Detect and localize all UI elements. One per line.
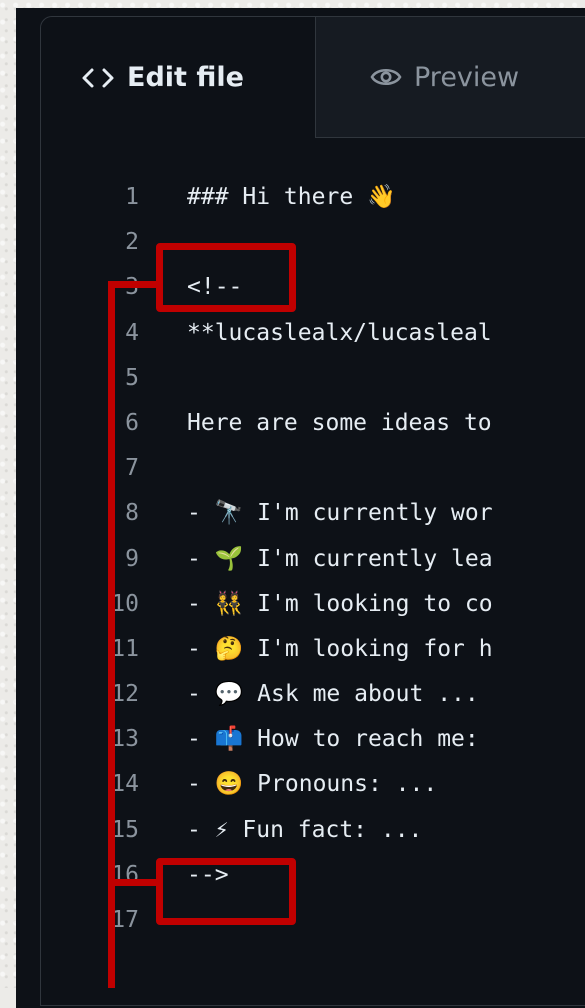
code-line[interactable]: 15- ⚡ Fun fact: ... bbox=[41, 808, 585, 853]
code-line[interactable]: 8- 🔭 I'm currently wor bbox=[41, 491, 585, 536]
code-line[interactable]: 6 Here are some ideas to bbox=[41, 401, 585, 446]
annotation-bracket-bottom bbox=[108, 879, 158, 886]
code-line[interactable]: 4 **lucaslealx/lucasleal bbox=[41, 311, 585, 356]
code-line[interactable]: 11- 🤔 I'm looking for h bbox=[41, 627, 585, 672]
code-line[interactable]: 5 bbox=[41, 356, 585, 401]
code-line[interactable]: 2 bbox=[41, 220, 585, 265]
annotation-bracket-top bbox=[108, 281, 158, 288]
code-line[interactable]: 17 bbox=[41, 898, 585, 943]
line-text: - 😄 Pronouns: ... bbox=[187, 771, 438, 798]
tab-preview[interactable]: Preview bbox=[316, 17, 585, 137]
eye-icon bbox=[370, 65, 402, 89]
code-line[interactable]: 12- 💬 Ask me about ... bbox=[41, 672, 585, 717]
code-line[interactable]: 10- 👯 I'm looking to co bbox=[41, 582, 585, 627]
line-text: - ⚡ Fun fact: ... bbox=[187, 816, 423, 843]
code-icon bbox=[81, 66, 115, 90]
code-line[interactable]: 9- 🌱 I'm currently lea bbox=[41, 537, 585, 582]
highlight-comment-close bbox=[156, 858, 296, 925]
line-text: **lucaslealx/lucasleal bbox=[187, 319, 492, 346]
code-editor[interactable]: 1### Hi there 👋23<!--4**lucaslealx/lucas… bbox=[41, 175, 585, 943]
code-line[interactable]: 16 --> bbox=[41, 853, 585, 898]
line-number: 2 bbox=[125, 229, 139, 256]
tab-edit-file[interactable]: Edit file bbox=[41, 17, 316, 138]
file-editor: Edit file Preview 1### Hi there 👋23<!--4… bbox=[40, 16, 585, 1006]
line-text: - 🤔 I'm looking for h bbox=[187, 635, 493, 662]
highlight-comment-open bbox=[156, 243, 296, 312]
line-text: - 📫 How to reach me: bbox=[187, 726, 479, 753]
line-number: 1 bbox=[125, 184, 139, 210]
line-text: Here are some ideas to bbox=[187, 409, 492, 436]
code-line[interactable]: 7 bbox=[41, 446, 585, 491]
code-line[interactable]: 13- 📫 How to reach me: bbox=[41, 717, 585, 762]
editor-tabbar: Edit file Preview bbox=[41, 17, 585, 138]
line-text: - 💬 Ask me about ... bbox=[187, 681, 479, 708]
line-text: - 🔭 I'm currently wor bbox=[187, 500, 493, 527]
line-text: - 👯 I'm looking to co bbox=[187, 590, 493, 617]
line-text: ### Hi there 👋 bbox=[187, 184, 396, 210]
line-text: - 🌱 I'm currently lea bbox=[187, 545, 493, 572]
tab-edit-label: Edit file bbox=[127, 62, 244, 93]
code-line[interactable]: 1 ### Hi there 👋 bbox=[41, 175, 585, 220]
code-line[interactable]: 14- 😄 Pronouns: ... bbox=[41, 762, 585, 807]
tab-preview-label: Preview bbox=[414, 61, 520, 93]
